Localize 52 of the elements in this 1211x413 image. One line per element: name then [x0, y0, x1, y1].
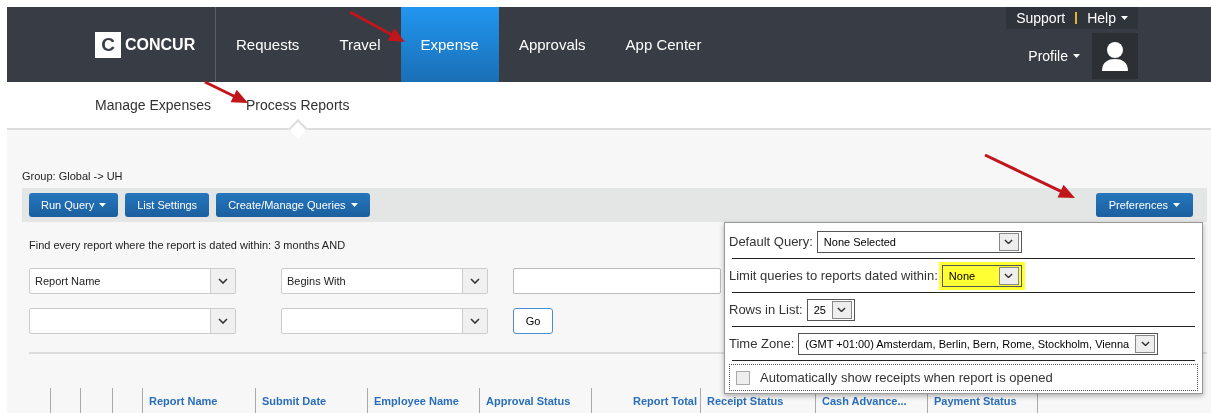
go-button[interactable]: Go	[513, 308, 553, 334]
nav-tab[interactable]: App Center	[605, 7, 722, 82]
group-label: Group: Global -> UH	[22, 170, 124, 184]
column-header[interactable]: Submit Date	[255, 388, 367, 413]
chevron-down-icon	[470, 318, 480, 324]
operator-select[interactable]	[281, 308, 488, 334]
support-link[interactable]: Support	[1016, 10, 1066, 26]
preference-label: Limit queries to reports dated within:	[729, 268, 938, 283]
caret-icon	[1073, 54, 1080, 58]
logo-mark: C	[95, 31, 121, 58]
nav-tab[interactable]: Travel	[319, 7, 401, 82]
column-header[interactable]: Employee Name	[367, 388, 479, 413]
chevron-down-icon	[837, 306, 847, 313]
field-select[interactable]	[29, 308, 236, 334]
logo-text: CONCUR	[125, 35, 196, 54]
help-menu[interactable]: Help	[1087, 10, 1128, 26]
nav-tab[interactable]: Expense	[400, 7, 499, 82]
subnav-tab[interactable]: Manage Expenses	[95, 82, 211, 128]
subnav-tab[interactable]: Process Reports	[245, 82, 350, 128]
chevron-down-icon	[218, 278, 228, 284]
column-header[interactable]: Approval Status	[479, 388, 591, 413]
field-select[interactable]: Report Name	[29, 268, 236, 294]
preference-select[interactable]: None Selected	[816, 230, 1022, 253]
toolbar-button[interactable]: Run Query	[29, 193, 119, 217]
preference-select[interactable]: (GMT +01:00) Amsterdam, Berlin, Bern, Rome, Stockholm, Vienna	[798, 332, 1159, 355]
chevron-down-icon	[1140, 340, 1150, 347]
checkbox[interactable]	[736, 370, 750, 385]
caret-icon	[1121, 16, 1128, 20]
toolbar-button[interactable]: Create/Manage Queries	[216, 193, 370, 217]
query-summary: Find every report where the report is dated within: 3 months AND	[29, 239, 346, 253]
preference-select[interactable]: None	[941, 264, 1022, 287]
caret-icon	[1173, 203, 1180, 207]
user-silhouette-icon	[1101, 40, 1129, 72]
preference-label: Default Query:	[729, 234, 813, 249]
nav-tab[interactable]: Approvals	[498, 7, 606, 82]
chevron-down-icon	[218, 318, 228, 324]
avatar[interactable]	[1092, 33, 1138, 79]
column-header[interactable]: Report Total	[591, 388, 700, 413]
toolbar-button[interactable]: List Settings	[125, 193, 210, 217]
chevron-down-icon	[1004, 272, 1014, 279]
preference-select[interactable]: 25	[806, 298, 855, 321]
nav-tab[interactable]: Requests	[216, 7, 320, 82]
chevron-down-icon	[470, 278, 480, 284]
preference-label: Rows in List:	[729, 302, 803, 317]
value-input-field[interactable]	[513, 268, 721, 294]
column-header[interactable]: Report Name	[142, 388, 255, 413]
preference-label: Time Zone:	[729, 336, 795, 351]
chevron-down-icon	[1004, 238, 1014, 245]
profile-menu[interactable]: Profile	[1028, 48, 1080, 64]
operator-select[interactable]: Begins With	[281, 268, 488, 294]
preferences-button[interactable]: Preferences	[1095, 193, 1193, 217]
checkbox-label: Automatically show receipts when report is opened	[760, 370, 1053, 385]
